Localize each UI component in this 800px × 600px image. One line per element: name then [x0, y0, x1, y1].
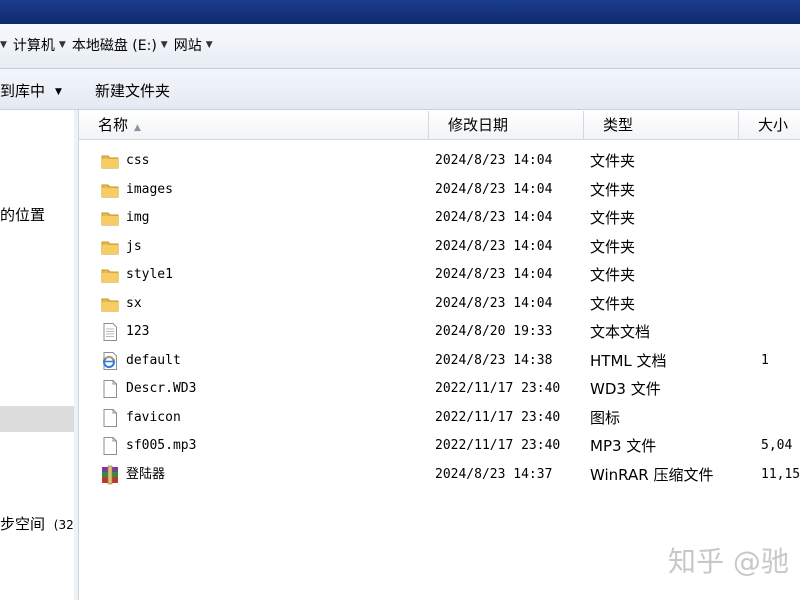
file-name: default	[126, 352, 181, 368]
file-row[interactable]: img 2024/8/23 14:04 文件夹	[79, 204, 800, 233]
file-name: style1	[126, 267, 173, 282]
column-name[interactable]: 名称 ▲	[79, 111, 429, 139]
file-date: 2024/8/23 14:04	[435, 153, 553, 168]
file-name: 登陆器	[126, 466, 166, 482]
file-type: 文件夹	[590, 294, 636, 313]
file-date: 2022/11/17 23:40	[435, 381, 561, 396]
file-name: favicon	[126, 409, 181, 425]
file-row[interactable]: Descr.WD3 2022/11/17 23:40 WD3 文件	[79, 375, 800, 404]
navigation-pane: 的位置 步空间 (32	[0, 110, 75, 600]
file-name: Descr.WD3	[126, 381, 197, 396]
file-type: 文本文档	[590, 323, 651, 341]
column-size[interactable]: 大小	[739, 111, 800, 139]
chevron-down-icon[interactable]: ▼	[0, 40, 7, 50]
file-row[interactable]: favicon 2022/11/17 23:40 图标	[79, 404, 800, 433]
folder-icon	[100, 294, 120, 314]
file-type: 图标	[590, 408, 621, 427]
file-row[interactable]: 123 2024/8/20 19:33 文本文档	[79, 318, 800, 347]
window-title-bar	[0, 0, 800, 24]
file-row[interactable]: css 2024/8/23 14:04 文件夹	[79, 147, 800, 176]
chevron-down-icon[interactable]: ▼	[206, 40, 213, 50]
text-file-icon	[100, 322, 120, 342]
folder-icon	[100, 237, 120, 257]
chevron-down-icon[interactable]: ▼	[161, 40, 168, 50]
nav-item-sync-space[interactable]: 步空间 (32	[0, 513, 74, 534]
file-row[interactable]: style1 2024/8/23 14:04 文件夹	[79, 261, 800, 290]
file-date: 2024/8/20 19:33	[435, 324, 553, 339]
file-row[interactable]: default 2024/8/23 14:38 HTML 文档 1	[79, 347, 800, 376]
file-row[interactable]: js 2024/8/23 14:04 文件夹	[79, 233, 800, 262]
chevron-down-icon[interactable]: ▼	[59, 40, 66, 50]
file-size: 11,15	[761, 466, 800, 482]
breadcrumb-website[interactable]: 网站	[174, 35, 202, 55]
file-date: 2022/11/17 23:40	[435, 409, 561, 425]
file-name: css	[126, 153, 150, 168]
nav-item-recent-places[interactable]: 的位置	[0, 204, 45, 225]
file-row[interactable]: sf005.mp3 2022/11/17 23:40 MP3 文件 5,04	[79, 432, 800, 461]
file-name: sx	[126, 295, 142, 311]
file-type: MP3 文件	[590, 437, 657, 455]
column-name-label: 名称	[98, 116, 129, 134]
file-row[interactable]: sx 2024/8/23 14:04 文件夹	[79, 290, 800, 319]
file-size: 1	[761, 352, 769, 368]
file-date: 2024/8/23 14:38	[435, 352, 553, 368]
file-name: js	[126, 238, 142, 254]
file-type: 文件夹	[590, 180, 636, 199]
file-date: 2024/8/23 14:04	[435, 267, 553, 282]
file-date: 2024/8/23 14:04	[435, 295, 553, 311]
column-date[interactable]: 修改日期	[429, 111, 584, 139]
file-date: 2024/8/23 14:37	[435, 466, 553, 482]
file-type: 文件夹	[590, 237, 636, 256]
nav-item-selected[interactable]	[0, 406, 74, 432]
nav-item-sync-space-extra: (32	[53, 518, 74, 532]
file-date: 2022/11/17 23:40	[435, 438, 561, 453]
include-in-library-label: 到库中	[0, 82, 46, 100]
file-date: 2024/8/23 14:04	[435, 238, 553, 254]
file-date: 2024/8/23 14:04	[435, 210, 553, 225]
include-in-library-button[interactable]: 到库中 ▼	[0, 80, 62, 101]
folder-icon	[100, 208, 120, 228]
blank-file-icon	[100, 379, 120, 399]
file-name: img	[126, 210, 150, 225]
file-type: WD3 文件	[590, 380, 661, 398]
breadcrumb-computer[interactable]: 计算机	[13, 35, 55, 55]
chevron-down-icon: ▼	[55, 86, 62, 97]
sort-ascending-icon: ▲	[134, 123, 141, 133]
address-bar[interactable]: ▼ 计算机 ▼ 本地磁盘 (E:) ▼ 网站 ▼	[0, 24, 800, 69]
watermark: 知乎 @驰	[668, 545, 789, 578]
file-type: WinRAR 压缩文件	[590, 465, 714, 484]
breadcrumb: ▼ 计算机 ▼ 本地磁盘 (E:) ▼ 网站 ▼	[0, 34, 219, 56]
folder-icon	[100, 180, 120, 200]
file-list: css 2024/8/23 14:04 文件夹 images 2024/8/23 14:…	[79, 147, 800, 489]
file-name: sf005.mp3	[126, 438, 197, 453]
new-folder-button[interactable]: 新建文件夹	[95, 80, 170, 101]
winrar-icon	[100, 465, 120, 485]
folder-icon	[100, 151, 120, 171]
file-name: images	[126, 181, 173, 197]
nav-item-sync-space-label: 步空间	[0, 515, 46, 533]
blank-file-icon	[100, 408, 120, 428]
file-name: 123	[126, 324, 150, 339]
file-size: 5,04	[761, 438, 793, 453]
file-type: 文件夹	[590, 266, 636, 284]
file-type: 文件夹	[590, 209, 636, 227]
folder-icon	[100, 265, 120, 285]
file-row[interactable]: images 2024/8/23 14:04 文件夹	[79, 176, 800, 205]
file-type: 文件夹	[590, 152, 636, 170]
column-type[interactable]: 类型	[584, 111, 739, 139]
breadcrumb-local-disk-e[interactable]: 本地磁盘 (E:)	[72, 35, 157, 55]
blank-file-icon	[100, 436, 120, 456]
file-row[interactable]: 登陆器 2024/8/23 14:37 WinRAR 压缩文件 11,15	[79, 461, 800, 490]
ie-html-icon	[100, 351, 120, 371]
file-date: 2024/8/23 14:04	[435, 181, 553, 197]
file-type: HTML 文档	[590, 351, 667, 370]
column-header: 名称 ▲ 修改日期 类型 大小	[79, 111, 800, 140]
command-bar: 到库中 ▼ 新建文件夹	[0, 69, 800, 110]
